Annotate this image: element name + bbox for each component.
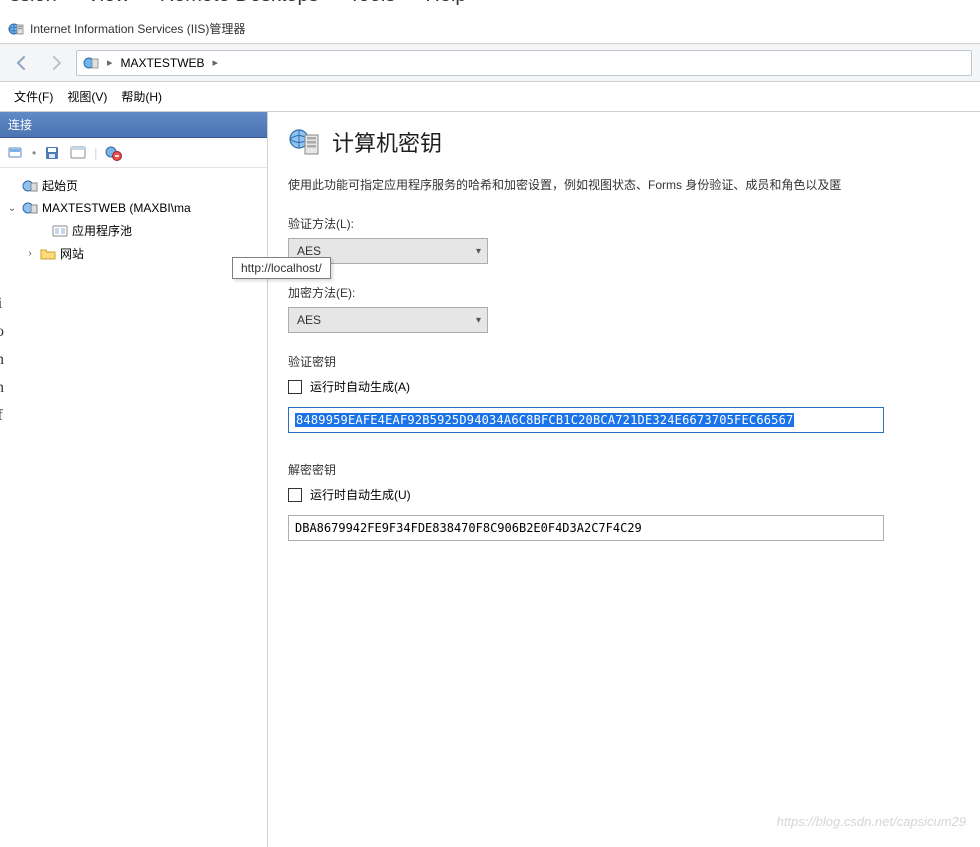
tree-label: MAXTESTWEB (MAXBI\ma [42, 201, 191, 215]
tree-app-pools[interactable]: 应用程序池 [4, 219, 263, 242]
checkbox-label: 运行时自动生成(U) [310, 486, 411, 503]
encryption-method-combo[interactable]: AES ▾ [288, 307, 488, 333]
breadcrumb-sep-icon: ▸ [213, 56, 219, 69]
auto-generate-decryption-row[interactable]: 运行时自动生成(U) [288, 486, 976, 503]
workarea: 连接 • | [0, 112, 980, 847]
encryption-method-group: 加密方法(E): AES ▾ [288, 284, 976, 333]
iis-breadcrumb-icon [83, 55, 99, 71]
encryption-method-label: 加密方法(E): [288, 284, 976, 301]
chevron-down-icon: ▾ [476, 246, 481, 257]
outer-menu-item[interactable]: ssion [10, 0, 57, 7]
validation-method-group: 验证方法(L): AES ▾ [288, 215, 976, 264]
validation-key-input[interactable]: 8489959EAFE4EAF92B5925D94034A6C8BFCB1C20… [288, 407, 884, 433]
tree-server-node[interactable]: ⌄ MAXTESTWEB (MAXBI\ma [4, 197, 263, 219]
spacer [6, 180, 18, 192]
sites-folder-icon [40, 246, 56, 262]
app-pools-icon [52, 223, 68, 239]
connections-tree: 起始页 ⌄ MAXTESTWEB (MAXBI\ma 应用程序池 › [0, 168, 267, 271]
connections-header: 连接 [0, 112, 267, 138]
window-title: Internet Information Services (IIS)管理器 [30, 20, 245, 37]
feature-header: 计算机密钥 [288, 126, 976, 158]
chevron-down-icon: ▾ [476, 315, 481, 326]
nav-bar: ▸ MAXTESTWEB ▸ [0, 44, 980, 82]
save-icon[interactable] [42, 143, 62, 163]
tree-sites[interactable]: › 网站 [4, 242, 263, 265]
back-button[interactable] [8, 49, 36, 77]
home-icon [22, 178, 38, 194]
breadcrumb[interactable]: ▸ MAXTESTWEB ▸ [76, 50, 972, 76]
url-tooltip: http://localhost/ [232, 257, 331, 279]
outer-menu-item[interactable]: Tools [349, 0, 396, 7]
tree-start-page[interactable]: 起始页 [4, 174, 263, 197]
cropped-left-text: i o n n f [0, 290, 6, 430]
expand-icon[interactable]: › [24, 248, 36, 260]
iis-app-icon [8, 21, 24, 37]
window-title-bar: Internet Information Services (IIS)管理器 [0, 14, 980, 44]
server-icon [22, 200, 38, 216]
outer-app-menu: ssion View Remote Desktops Tools Help [0, 0, 980, 14]
breadcrumb-node[interactable]: MAXTESTWEB [121, 56, 205, 70]
outer-menu-item[interactable]: Help [425, 0, 466, 7]
forward-button[interactable] [42, 49, 70, 77]
decryption-key-group: 解密密钥 运行时自动生成(U) DBA8679942FE9F34FDE83847… [288, 461, 976, 541]
combo-value: AES [297, 313, 321, 327]
tree-label: 应用程序池 [72, 222, 132, 239]
menu-view[interactable]: 视图(V) [67, 88, 107, 105]
watermark-text: https://blog.csdn.net/capsicum29 [777, 814, 966, 829]
outer-menu-item[interactable]: Remote Desktops [160, 0, 319, 7]
tree-label: 网站 [60, 245, 84, 262]
input-text: DBA8679942FE9F34FDE838470F8C906B2E0F4D3A… [295, 521, 642, 535]
selected-text: 8489959EAFE4EAF92B5925D94034A6C8BFCB1C20… [295, 413, 794, 427]
validation-key-group: 验证密钥 运行时自动生成(A) 8489959EAFE4EAF92B5925D9… [288, 353, 976, 433]
breadcrumb-sep-icon: ▸ [107, 56, 113, 69]
collapse-icon[interactable]: ⌄ [6, 202, 18, 214]
tree-label: 起始页 [42, 177, 78, 194]
machine-key-icon [288, 126, 320, 158]
feature-panel: 计算机密钥 使用此功能可指定应用程序服务的哈希和加密设置，例如视图状态、Form… [268, 112, 980, 847]
validation-key-label: 验证密钥 [288, 353, 976, 370]
validation-method-label: 验证方法(L): [288, 215, 976, 232]
checkbox-label: 运行时自动生成(A) [310, 378, 410, 395]
browse-icon[interactable] [68, 143, 88, 163]
menu-file[interactable]: 文件(F) [14, 88, 53, 105]
decryption-key-input[interactable]: DBA8679942FE9F34FDE838470F8C906B2E0F4D3A… [288, 515, 884, 541]
decryption-key-label: 解密密钥 [288, 461, 976, 478]
auto-generate-validation-row[interactable]: 运行时自动生成(A) [288, 378, 976, 395]
connections-toolbar: • | [0, 138, 267, 168]
connections-panel: 连接 • | [0, 112, 268, 847]
menu-help[interactable]: 帮助(H) [121, 88, 162, 105]
checkbox-unchecked-icon[interactable] [288, 488, 302, 502]
combo-value: AES [297, 244, 321, 258]
feature-title: 计算机密钥 [332, 126, 442, 158]
menu-bar: 文件(F) 视图(V) 帮助(H) [0, 82, 980, 112]
feature-description: 使用此功能可指定应用程序服务的哈希和加密设置，例如视图状态、Forms 身份验证… [288, 176, 976, 193]
connect-icon[interactable] [6, 143, 26, 163]
stop-site-icon[interactable] [103, 143, 123, 163]
checkbox-unchecked-icon[interactable] [288, 380, 302, 394]
outer-menu-item[interactable]: View [87, 0, 130, 7]
